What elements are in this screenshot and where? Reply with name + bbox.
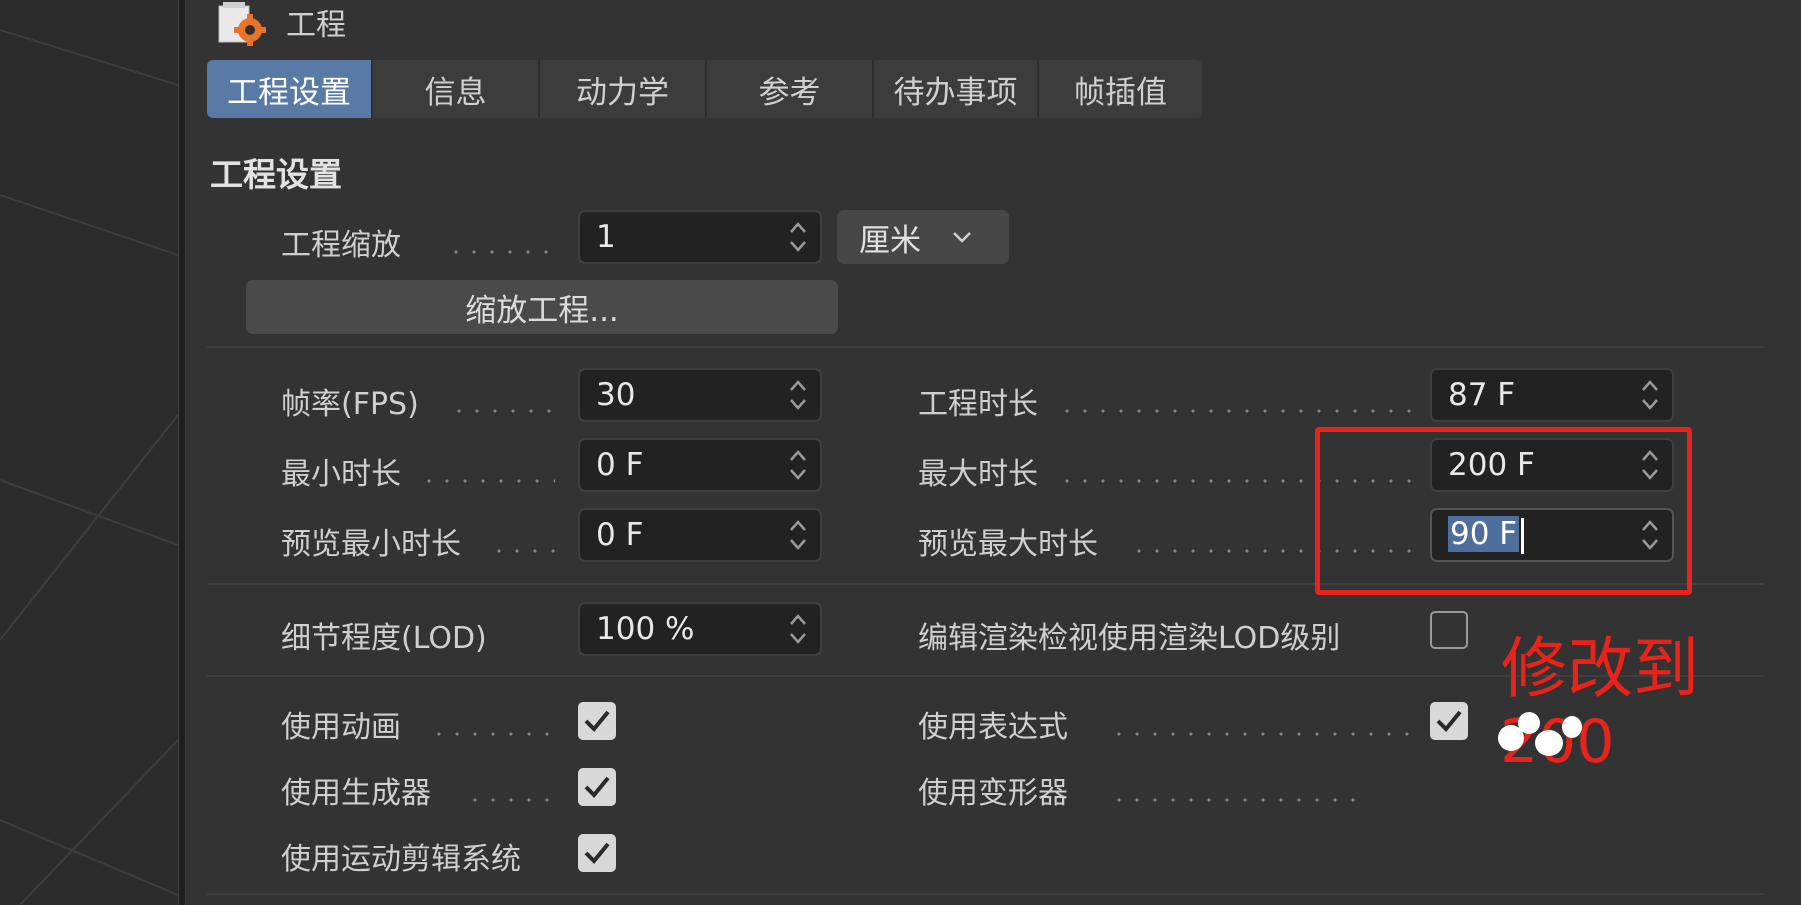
leader-dots	[450, 409, 555, 413]
separator	[207, 346, 1764, 348]
leader-dots	[1058, 409, 1418, 413]
lod-value: 100 %	[596, 611, 695, 647]
viewport-3d[interactable]	[0, 0, 178, 905]
spinner-arrows-icon[interactable]	[786, 217, 810, 257]
separator	[207, 893, 1764, 895]
leader-dots	[1110, 732, 1418, 736]
use-generators-label: 使用生成器	[281, 776, 431, 811]
annotation-highlight-box	[1315, 427, 1692, 595]
spinner-arrows-icon[interactable]	[786, 375, 810, 415]
lod-label: 细节程度(LOD)	[281, 621, 487, 656]
project-scale-value: 1	[596, 219, 616, 255]
project-length-value: 87 F	[1448, 377, 1516, 413]
leader-dots	[420, 479, 555, 483]
tab-reference[interactable]: 参考	[707, 60, 874, 118]
scale-project-button[interactable]: 缩放工程...	[246, 280, 838, 334]
project-length-input[interactable]: 87 F	[1430, 368, 1674, 422]
spinner-arrows-icon[interactable]	[786, 609, 810, 649]
tab-todo[interactable]: 待办事项	[874, 60, 1039, 118]
checkmark-icon	[584, 842, 610, 864]
chevron-down-icon	[953, 232, 971, 243]
fps-value: 30	[596, 377, 636, 413]
render-lod-label: 编辑渲染检视使用渲染LOD级别	[918, 621, 1341, 656]
min-time-value: 0 F	[596, 447, 644, 483]
leader-dots	[466, 798, 555, 802]
use-generators-checkbox[interactable]	[578, 768, 616, 806]
paint-blot	[1562, 716, 1582, 738]
tab-info[interactable]: 信息	[373, 60, 540, 118]
use-motion-system-checkbox[interactable]	[578, 834, 616, 872]
render-lod-checkbox[interactable]	[1430, 611, 1468, 649]
use-motion-system-label: 使用运动剪辑系统	[281, 842, 521, 877]
spinner-arrows-icon[interactable]	[1638, 375, 1662, 415]
preview-min-value: 0 F	[596, 517, 644, 553]
paint-blot	[1518, 712, 1540, 734]
window-title: 工程	[286, 8, 346, 43]
leader-dots	[490, 549, 555, 553]
use-animation-label: 使用动画	[281, 710, 401, 745]
paint-blot	[1535, 730, 1563, 756]
settings-gear-icon	[217, 2, 269, 46]
preview-min-input[interactable]: 0 F	[578, 508, 822, 562]
checkmark-icon	[1436, 710, 1462, 732]
section-title: 工程设置	[210, 155, 342, 194]
panel-divider[interactable]	[178, 0, 186, 905]
checkmark-icon	[584, 710, 610, 732]
viewport-grid	[0, 29, 178, 905]
fps-input[interactable]: 30	[578, 368, 822, 422]
use-animation-checkbox[interactable]	[578, 702, 616, 740]
checkmark-icon	[584, 776, 610, 798]
min-time-input[interactable]: 0 F	[578, 438, 822, 492]
min-time-label: 最小时长	[281, 457, 401, 492]
lod-input[interactable]: 100 %	[578, 602, 822, 656]
use-expressions-label: 使用表达式	[918, 710, 1068, 745]
tab-bar: 工程设置 信息 动力学 参考 待办事项 帧插值	[207, 60, 1202, 118]
spinner-arrows-icon[interactable]	[786, 515, 810, 555]
max-time-label: 最大时长	[918, 457, 1038, 492]
tab-frame-interpolation[interactable]: 帧插值	[1039, 60, 1202, 118]
project-scale-label: 工程缩放	[281, 228, 401, 263]
tab-dynamics[interactable]: 动力学	[540, 60, 707, 118]
leader-dots	[1110, 798, 1360, 802]
leader-dots	[430, 732, 555, 736]
project-scale-input[interactable]: 1	[578, 210, 822, 264]
use-expressions-checkbox[interactable]	[1430, 702, 1468, 740]
use-deformers-label: 使用变形器	[918, 776, 1068, 811]
preview-min-label: 预览最小时长	[281, 527, 461, 562]
unit-value: 厘米	[859, 222, 921, 259]
annotation-text: 修改到	[1501, 630, 1699, 707]
preview-max-label: 预览最大时长	[918, 527, 1098, 562]
project-length-label: 工程时长	[918, 387, 1038, 422]
fps-label: 帧率(FPS)	[281, 387, 419, 422]
leader-dots	[447, 250, 555, 254]
unit-dropdown[interactable]: 厘米	[837, 210, 1009, 264]
tab-project-settings[interactable]: 工程设置	[207, 60, 373, 118]
spinner-arrows-icon[interactable]	[786, 445, 810, 485]
